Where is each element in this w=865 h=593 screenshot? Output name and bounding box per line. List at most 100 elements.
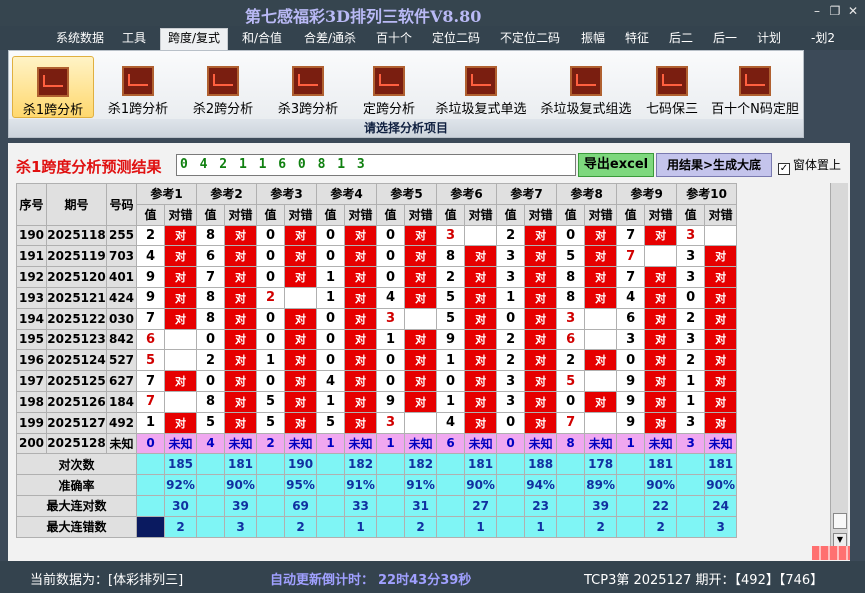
scroll-down-icon[interactable]: ▼ — [833, 533, 847, 547]
header-ref[interactable]: 参考8 — [556, 183, 618, 205]
stats-value: 39 — [584, 494, 618, 517]
table-row[interactable]: 195 2025123 842 6 0 对 0 对 0 对 1 对 9 对 2 对 6 3 对 3 对 — [16, 328, 738, 351]
menu-last-two[interactable]: 后二 — [664, 29, 698, 49]
ribbon-seven-keep-three[interactable]: 七码保三 — [631, 56, 713, 118]
menu-amplitude[interactable]: 振幅 — [576, 29, 610, 49]
ribbon-kill-junk-group[interactable]: 杀垃圾复式组选 — [540, 56, 632, 118]
stats-label: 准确率 — [16, 474, 137, 496]
row-ref-miss — [163, 349, 198, 372]
subheader-result: 对错 — [464, 203, 498, 226]
pending-ref-status: 未知 — [284, 432, 318, 455]
row-ref-hit: 对 — [284, 328, 318, 351]
stats-spacer — [496, 494, 526, 517]
row-code: 424 — [106, 286, 137, 309]
table-row[interactable]: 192 2025120 401 9 对 7 对 0 对 1 对 0 对 2 对 3 对 8 对 7 对 3 对 — [16, 266, 738, 288]
pending-ref-value: 6 — [436, 432, 466, 455]
header-ref[interactable]: 参考3 — [256, 183, 318, 205]
ribbon-kill1-span-analysis-active[interactable]: 杀1跨分析 — [12, 56, 94, 118]
menu-plan[interactable]: 计划 — [752, 29, 786, 49]
ribbon-kill2-span-analysis[interactable]: 杀2跨分析 — [182, 56, 264, 118]
table-row[interactable]: 196 2025124 527 5 2 对 1 对 0 对 0 对 1 对 2 对 2 对 0 对 2 对 — [16, 349, 738, 372]
row-ref-hit: 对 — [344, 307, 378, 330]
row-ref-hit: 对 — [584, 286, 618, 309]
row-ref-hit: 对 — [644, 411, 678, 434]
menu-sum[interactable]: 和/合值 — [236, 29, 288, 49]
header-ref[interactable]: 参考9 — [616, 183, 678, 205]
row-ref-hit: 对 — [224, 307, 258, 330]
menu-features[interactable]: 特征 — [620, 29, 654, 49]
menu-diff-kill[interactable]: 合差/通杀 — [296, 29, 364, 49]
row-ref-hit: 对 — [704, 307, 738, 330]
table-row[interactable]: 193 2025121 424 9 对 8 对 2 1 对 4 对 5 对 1 对 8 对 4 对 0 对 — [16, 286, 738, 309]
restore-icon[interactable]: ❐ — [826, 4, 844, 18]
ribbon-kill-junk-single[interactable]: 杀垃圾复式单选 — [435, 56, 527, 118]
menu-non-position-two[interactable]: 不定位二码 — [496, 29, 564, 49]
pending-ref-value: 0 — [496, 432, 526, 455]
selected-cell[interactable] — [136, 515, 165, 538]
checkbox-icon[interactable]: ✓ — [778, 163, 790, 175]
result-field[interactable]: 0 4 2 1 1 6 0 8 1 3 — [176, 154, 576, 176]
stats-spacer — [316, 453, 346, 476]
row-ref-value: 0 — [256, 307, 286, 330]
stats-spacer — [136, 453, 165, 476]
row-ref-hit: 对 — [344, 370, 378, 392]
header-ref[interactable]: 参考4 — [316, 183, 378, 205]
vertical-scrollbar[interactable]: ▼ — [830, 183, 848, 549]
header-ref[interactable]: 参考7 — [496, 183, 558, 205]
stats-value: 30 — [163, 494, 198, 517]
topmost-checkbox[interactable]: ✓ 窗体置上 — [778, 156, 841, 175]
row-seq: 191 — [16, 245, 47, 268]
stats-value: 31 — [404, 494, 438, 517]
export-excel-button[interactable]: 导出excel — [578, 153, 654, 177]
table-row[interactable]: 199 2025127 492 1 对 5 对 5 对 5 对 3 4 对 0 对 7 9 对 3 对 — [16, 411, 738, 434]
header-ref[interactable]: 参考1 — [135, 183, 198, 205]
menu-span-compound[interactable]: 跨度/复式 — [160, 28, 228, 50]
row-period: 2025127 — [46, 411, 107, 434]
scroll-thumb[interactable] — [833, 513, 847, 529]
header-ref[interactable]: 参考6 — [436, 183, 498, 205]
menu-plan2[interactable]: -划2 — [806, 29, 840, 49]
row-ref-hit: 对 — [163, 307, 198, 330]
row-ref-hit: 对 — [163, 411, 198, 434]
table-row[interactable]: 197 2025125 627 7 对 0 对 0 对 4 对 0 对 0 对 3 对 5 9 对 1 对 — [16, 370, 738, 392]
stats-spacer — [196, 474, 226, 496]
row-ref-value: 5 — [316, 411, 346, 434]
subheader-value: 值 — [316, 203, 346, 226]
header-ref[interactable]: 参考10 — [676, 183, 738, 205]
stats-value: 1 — [344, 515, 378, 538]
row-period: 2025124 — [46, 349, 107, 372]
menu-position-two[interactable]: 定位二码 — [428, 29, 484, 49]
header-ref[interactable]: 参考2 — [196, 183, 258, 205]
pending-row[interactable]: 200 2025128 未知 0 未知 4 未知 2 未知 1 未知 1 未知 6 未知 0 未知 8 未知 1 未知 3… — [16, 432, 738, 455]
row-seq: 197 — [16, 370, 47, 392]
row-ref-hit: 对 — [464, 245, 498, 268]
subheader-result: 对错 — [524, 203, 558, 226]
ribbon-kill1-span-analysis[interactable]: 杀1跨分析 — [97, 56, 179, 118]
pending-period: 2025128 — [46, 432, 107, 455]
table-row[interactable]: 198 2025126 184 7 8 对 5 对 1 对 9 对 1 对 3 对 0 对 9 对 1 对 — [16, 390, 738, 413]
header-ref[interactable]: 参考5 — [376, 183, 438, 205]
menu-system-data[interactable]: 系统数据 — [50, 29, 110, 49]
table-row[interactable]: 191 2025119 703 4 对 6 对 0 对 0 对 0 对 8 对 3 对 5 对 7 3 对 — [16, 245, 738, 268]
row-code: 030 — [106, 307, 137, 330]
row-ref-hit: 对 — [163, 224, 198, 247]
generate-base-button[interactable]: 用结果>生成大底 — [656, 153, 772, 177]
ribbon-fixed-span-analysis[interactable]: 定跨分析 — [348, 56, 430, 118]
menu-tools[interactable]: 工具 — [116, 29, 152, 49]
header-code[interactable]: 号码 — [106, 183, 137, 226]
stats-value: 2 — [163, 515, 198, 538]
table-row[interactable]: 194 2025122 030 7 对 8 对 0 对 0 对 3 5 对 0 对 3 6 对 2 对 — [16, 307, 738, 330]
header-seq[interactable]: 序号 — [16, 183, 47, 226]
menu-last-one[interactable]: 后一 — [708, 29, 742, 49]
chart-icon — [656, 66, 688, 96]
close-icon[interactable]: ✕ — [844, 4, 862, 18]
ribbon-n-code-bile[interactable]: 百十个N码定胆 — [711, 56, 799, 118]
menu-positions[interactable]: 百十个 — [372, 29, 416, 49]
minimize-icon[interactable]: – — [808, 4, 826, 18]
row-ref-value: 5 — [256, 390, 286, 413]
stats-row: 对次数 185 181 190 182 182 181 188 178 181 181 — [16, 453, 738, 476]
row-ref-value: 2 — [556, 349, 586, 372]
header-period[interactable]: 期号 — [46, 183, 107, 226]
ribbon-kill3-span-analysis[interactable]: 杀3跨分析 — [267, 56, 349, 118]
table-row[interactable]: 190 2025118 255 2 对 8 对 0 对 0 对 0 对 3 2 对 0 对 7 对 3 — [16, 224, 738, 247]
